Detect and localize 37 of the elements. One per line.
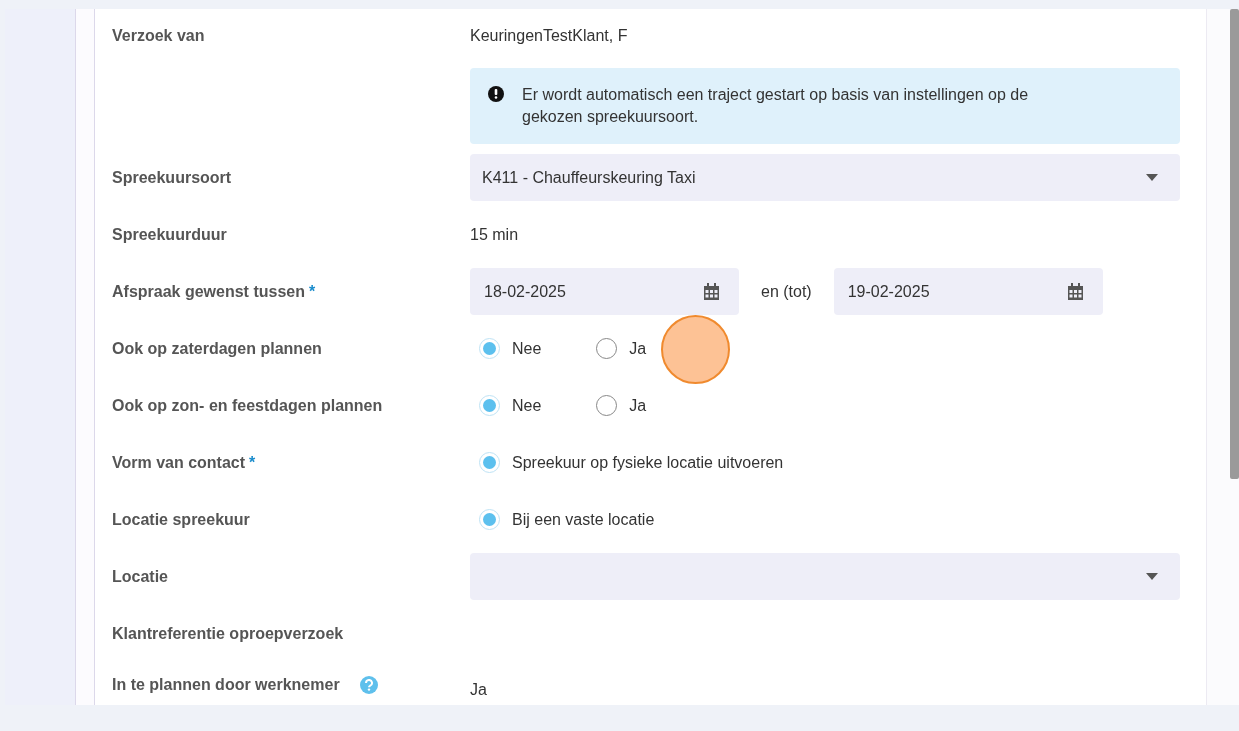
field-label: Spreekuursoort bbox=[112, 167, 232, 188]
field-value: Ja bbox=[470, 679, 487, 700]
calendar-icon bbox=[1067, 283, 1083, 300]
option-label: Nee bbox=[512, 338, 542, 359]
field-value: KeuringenTestKlant, F bbox=[470, 26, 628, 46]
date-field[interactable]: 19-02-2025 bbox=[833, 268, 1103, 315]
option-label: Bij een vaste locatie bbox=[512, 509, 655, 530]
alert-message: Er wordt automatisch een traject gestart op basis van instellingen op de gekozen spreekuursoort. bbox=[522, 85, 1030, 127]
dropdown-field[interactable]: K411 - Chauffeurskeuring Taxi bbox=[470, 154, 1180, 201]
option-label: Ja bbox=[629, 338, 647, 359]
field-value: 15 min bbox=[470, 224, 519, 245]
help-icon[interactable] bbox=[359, 675, 378, 694]
required-mark: * bbox=[249, 452, 256, 473]
field-label: Afspraak gewenst tussen bbox=[112, 281, 305, 302]
radio-button[interactable] bbox=[596, 395, 618, 416]
field-label: Vorm van contact bbox=[112, 452, 246, 473]
scrollbar-thumb[interactable] bbox=[1230, 9, 1239, 479]
field-label: Locatie spreekuur bbox=[112, 509, 250, 530]
field-label: In te plannen door werknemer bbox=[112, 674, 340, 695]
field-label: Klantreferentie oproepverzoek bbox=[112, 623, 344, 644]
dropdown-field[interactable] bbox=[470, 553, 1180, 600]
calendar-icon bbox=[704, 283, 719, 300]
field-label: Ook op zon- en feestdagen plannen bbox=[112, 395, 383, 416]
exclamation-icon bbox=[488, 86, 504, 102]
option-label: Ja bbox=[629, 395, 647, 416]
caret-icon bbox=[1146, 174, 1158, 181]
caret-icon bbox=[1146, 573, 1158, 580]
field-label: Verzoek van bbox=[112, 26, 205, 46]
option-label: Nee bbox=[512, 395, 542, 416]
option-label: Spreekuur op fysieke locatie uitvoeren bbox=[512, 452, 784, 473]
required-mark: * bbox=[308, 281, 316, 302]
date-field[interactable]: 18-02-2025 bbox=[470, 268, 739, 315]
range-separator: en (tot) bbox=[761, 281, 812, 302]
field-label: Ook op zaterdagen plannen bbox=[112, 338, 322, 359]
field-label: Locatie bbox=[112, 566, 168, 587]
field-label: Spreekuurduur bbox=[112, 224, 227, 245]
radio-button[interactable] bbox=[596, 338, 618, 359]
